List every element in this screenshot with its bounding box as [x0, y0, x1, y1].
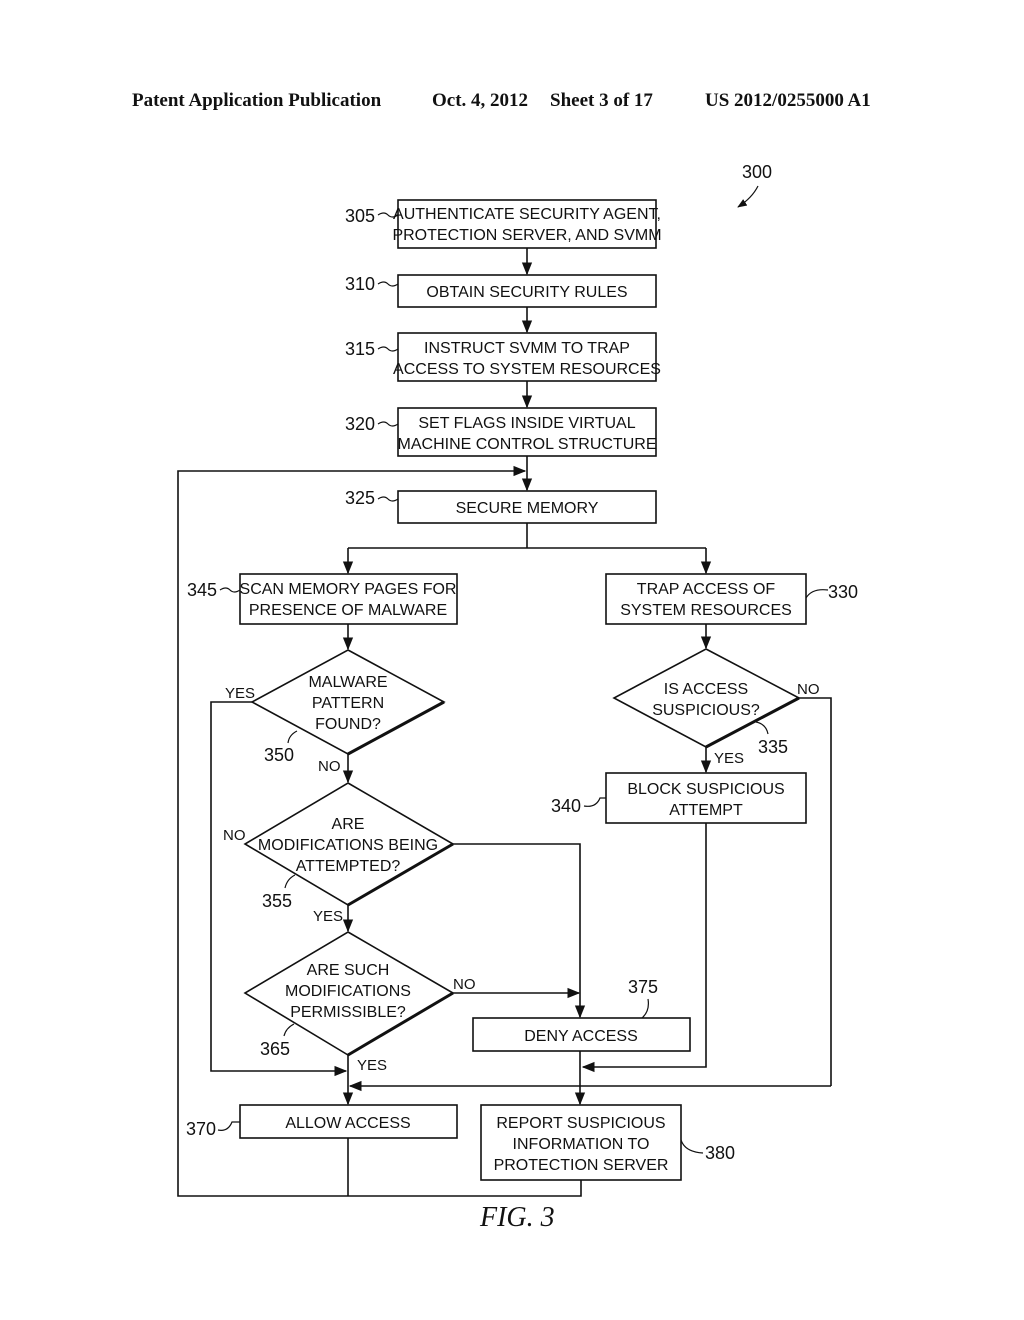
step-380-ref: 380	[705, 1143, 735, 1163]
label-335-yes: YES	[714, 750, 744, 767]
decision-350-ref: 350	[264, 745, 294, 765]
step-370-line-1: ALLOW ACCESS	[285, 1115, 410, 1132]
decision-350-line-2: PATTERN	[312, 695, 384, 712]
decision-350: MALWARE PATTERN FOUND? 350	[250, 649, 446, 765]
step-315-line-1: INSTRUCT SVMM TO TRAP	[424, 340, 630, 357]
decision-335-line-1: IS ACCESS	[664, 681, 748, 698]
label-335-no: NO	[797, 681, 820, 698]
decision-365: ARE SUCH MODIFICATIONS PERMISSIBLE? 365	[243, 931, 455, 1059]
step-375-leader	[641, 998, 649, 1019]
step-315-leader	[377, 346, 399, 352]
step-320-line-1: SET FLAGS INSIDE VIRTUAL	[418, 415, 635, 432]
step-370-ref: 370	[186, 1119, 216, 1139]
label-365-no: NO	[453, 976, 476, 993]
step-305-ref: 305	[345, 206, 375, 226]
step-310-line-1: OBTAIN SECURITY RULES	[426, 284, 627, 301]
step-325-ref: 325	[345, 488, 375, 508]
step-340-leader	[583, 797, 606, 807]
step-310-ref: 310	[345, 274, 375, 294]
decision-350-line-3: FOUND?	[315, 716, 381, 733]
step-310-leader	[377, 281, 399, 287]
decision-350-line-1: MALWARE	[308, 674, 387, 691]
step-380-line-3: PROTECTION SERVER	[494, 1157, 669, 1174]
step-345-line-1: SCAN MEMORY PAGES FOR	[240, 581, 457, 598]
figure-caption: FIG. 3	[479, 1202, 555, 1233]
step-345-leader	[219, 587, 241, 593]
decision-335: IS ACCESS SUSPICIOUS? 335	[612, 648, 801, 757]
step-340-ref: 340	[551, 796, 581, 816]
decision-335-line-2: SUSPICIOUS?	[652, 702, 760, 719]
step-330-line-2: SYSTEM RESOURCES	[620, 602, 792, 619]
decision-355-leader	[284, 874, 296, 889]
line-335-no	[799, 697, 832, 1086]
figure-ref: 300	[742, 162, 772, 182]
step-375-ref: 375	[628, 977, 658, 997]
step-320-ref: 320	[345, 414, 375, 434]
step-330-line-1: TRAP ACCESS OF	[637, 581, 776, 598]
step-305: AUTHENTICATE SECURITY AGENT, PROTECTION …	[345, 199, 662, 249]
step-325-line-1: SECURE MEMORY	[456, 500, 599, 517]
step-325: SECURE MEMORY 325	[345, 488, 657, 524]
step-375: DENY ACCESS 375	[472, 977, 691, 1052]
decision-335-leader	[755, 721, 769, 735]
decision-350-leader	[287, 730, 298, 744]
step-340-line-2: ATTEMPT	[669, 802, 743, 819]
step-330: TRAP ACCESS OF SYSTEM RESOURCES 330	[605, 573, 858, 625]
label-355-yes: YES	[313, 908, 343, 925]
step-375-line-1: DENY ACCESS	[524, 1028, 638, 1045]
label-365-yes: YES	[357, 1057, 387, 1074]
step-380-line-1: REPORT SUSPICIOUS	[496, 1115, 665, 1132]
decision-365-leader	[283, 1023, 295, 1037]
flowchart: 300 AUTHENTICATE SECURITY AGENT, PROTECT…	[177, 162, 858, 1233]
step-340: BLOCK SUSPICIOUS ATTEMPT 340	[551, 772, 807, 824]
figure-ref-arrow	[737, 185, 759, 208]
step-320-line-2: MACHINE CONTROL STRUCTURE	[398, 436, 657, 453]
step-345-line-2: PRESENCE OF MALWARE	[249, 602, 447, 619]
label-350-yes: YES	[225, 685, 255, 702]
step-330-leader	[805, 589, 829, 599]
step-340-line-1: BLOCK SUSPICIOUS	[627, 781, 784, 798]
step-370: ALLOW ACCESS 370	[186, 1104, 458, 1139]
step-380-line-2: INFORMATION TO	[513, 1136, 650, 1153]
decision-355-line-1: ARE	[332, 816, 365, 833]
decision-365-line-1: ARE SUCH	[307, 962, 390, 979]
label-355-no: NO	[223, 827, 246, 844]
step-320-leader	[377, 421, 399, 427]
step-345: SCAN MEMORY PAGES FOR PRESENCE OF MALWAR…	[187, 573, 458, 625]
step-320: SET FLAGS INSIDE VIRTUAL MACHINE CONTROL…	[345, 407, 657, 457]
decision-335-ref: 335	[758, 737, 788, 757]
decision-355: ARE MODIFICATIONS BEING ATTEMPTED? 355	[243, 782, 455, 911]
decision-365-line-2: MODIFICATIONS	[285, 983, 411, 1000]
step-380-leader	[680, 1139, 704, 1154]
decision-365-line-3: PERMISSIBLE?	[290, 1004, 406, 1021]
step-325-leader	[377, 496, 399, 502]
decision-355-line-3: ATTEMPTED?	[296, 858, 401, 875]
step-315: INSTRUCT SVMM TO TRAP ACCESS TO SYSTEM R…	[345, 332, 661, 382]
decision-355-line-2: MODIFICATIONS BEING	[258, 837, 438, 854]
step-330-ref: 330	[828, 582, 858, 602]
decision-365-ref: 365	[260, 1039, 290, 1059]
step-305-line-1: AUTHENTICATE SECURITY AGENT,	[393, 206, 661, 223]
label-350-no: NO	[318, 758, 341, 775]
decision-355-ref: 355	[262, 891, 292, 911]
step-310: OBTAIN SECURITY RULES 310	[345, 274, 657, 308]
step-370-leader	[217, 1121, 240, 1131]
step-305-line-2: PROTECTION SERVER, AND SVMM	[392, 227, 661, 244]
step-315-line-2: ACCESS TO SYSTEM RESOURCES	[393, 361, 661, 378]
step-380: REPORT SUSPICIOUS INFORMATION TO PROTECT…	[480, 1104, 735, 1181]
step-345-ref: 345	[187, 580, 217, 600]
step-315-ref: 315	[345, 339, 375, 359]
